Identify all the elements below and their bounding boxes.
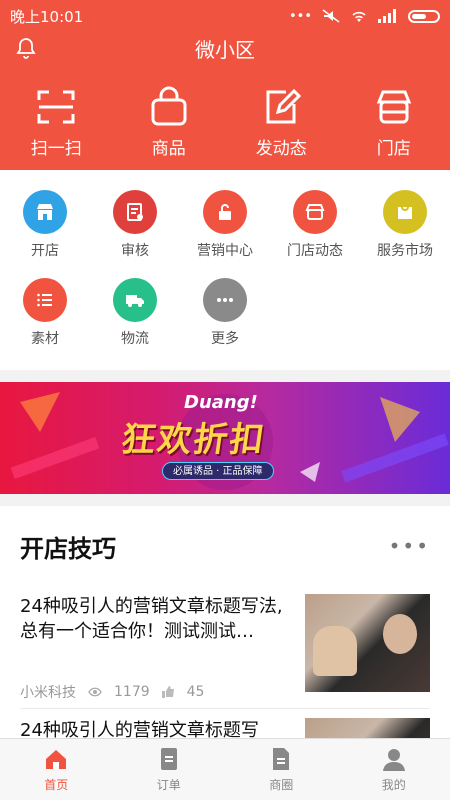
header-area: 晚上10:01 ••• 微小区 扫一扫 商品 发动态 门店 [0, 0, 450, 170]
nav-item-profile[interactable]: 我的 [338, 739, 450, 800]
grid-item-materials[interactable]: 素材 [0, 278, 90, 348]
title-bar: 微小区 [0, 32, 450, 64]
tips-section: 开店技巧 ••• 24种吸引人的营销文章标题写法,总有一个适合你！测试测试… 小… [0, 506, 450, 800]
profile-icon [382, 749, 405, 771]
review-icon [113, 190, 157, 234]
shopping-bag-icon [151, 86, 187, 126]
grid-item-logistics[interactable]: 物流 [90, 278, 180, 348]
truck-icon [113, 278, 157, 322]
signal-icon [378, 9, 396, 23]
materials-list-icon [23, 278, 67, 322]
article-likes: 45 [186, 684, 205, 700]
section-title: 开店技巧 [20, 534, 116, 563]
grid-item-label: 开店 [31, 243, 59, 259]
quick-action-label: 扫一扫 [30, 139, 82, 159]
article-views: 1179 [114, 684, 150, 700]
article-meta: 小米科技 1179 45 [20, 682, 293, 702]
nav-label: 我的 [381, 778, 406, 792]
nav-item-orders[interactable]: 订单 [113, 739, 226, 800]
grid-item-more[interactable]: 更多 [180, 278, 270, 348]
grid-item-label: 服务市场 [377, 243, 433, 259]
quick-action-products[interactable]: 商品 [113, 86, 226, 159]
mute-icon [322, 9, 340, 23]
nav-label: 商圈 [269, 778, 294, 792]
grid-item-label: 素材 [31, 331, 59, 347]
orders-icon [160, 748, 177, 770]
quick-action-store[interactable]: 门店 [338, 86, 450, 159]
status-icons: ••• [289, 9, 440, 24]
service-market-icon [383, 190, 427, 234]
quick-action-scan[interactable]: 扫一扫 [0, 86, 113, 159]
status-time: 晚上10:01 [10, 7, 84, 26]
function-grid: 开店 审核 营销中心 门店动态 服务市场 素材 物流 更多 [0, 170, 450, 370]
grid-item-service-market[interactable]: 服务市场 [360, 190, 450, 260]
more-icon [203, 278, 247, 322]
section-spacer [0, 494, 450, 506]
grid-item-label: 审核 [121, 243, 149, 259]
store-news-icon [293, 190, 337, 234]
nav-item-home[interactable]: 首页 [0, 739, 113, 800]
quick-actions: 扫一扫 商品 发动态 门店 [0, 86, 450, 159]
quick-action-post[interactable]: 发动态 [225, 86, 338, 159]
article-headline: 24种吸引人的营销文章标题写法,总有一个适合你！测试测试… [20, 596, 283, 642]
article-thumbnail [305, 594, 430, 692]
quick-action-label: 发动态 [255, 139, 307, 159]
grid-item-label: 营销中心 [197, 243, 253, 259]
thumbs-up-icon [161, 686, 174, 698]
eye-icon [88, 687, 102, 697]
banner-tag: 必属诱品 · 正品保障 [162, 462, 274, 480]
grid-item-label: 门店动态 [287, 243, 343, 259]
grid-item-marketing[interactable]: 营销中心 [180, 190, 270, 260]
grid-item-store-news[interactable]: 门店动态 [270, 190, 360, 260]
promo-banner[interactable]: Duang! 狂欢折扣 必属诱品 · 正品保障 [0, 382, 450, 494]
banner-subtitle: Duang! [184, 392, 258, 413]
home-icon [46, 750, 67, 769]
grid-item-label: 更多 [211, 331, 239, 347]
business-circle-icon [273, 748, 290, 770]
bell-icon[interactable] [14, 36, 38, 60]
section-spacer [0, 370, 450, 382]
section-more-button[interactable]: ••• [389, 534, 430, 558]
open-store-icon [23, 190, 67, 234]
article-text: 24种吸引人的营销文章标题写法,总有一个适合你！测试测试… 小米科技 1179 … [20, 594, 305, 714]
bottom-nav: 首页 订单 商圈 我的 [0, 738, 450, 800]
article-item[interactable]: 24种吸引人的营销文章标题写法,总有一个适合你！测试测试… 小米科技 1179 … [0, 594, 450, 714]
section-header: 开店技巧 ••• [0, 506, 450, 586]
nav-label: 订单 [156, 778, 181, 792]
article-source: 小米科技 [20, 685, 76, 701]
storefront-icon [376, 90, 411, 124]
edit-post-icon [266, 88, 302, 124]
status-dots: ••• [288, 8, 312, 24]
grid-item-open-store[interactable]: 开店 [0, 190, 90, 260]
marketing-lock-icon [203, 190, 247, 234]
battery-icon [408, 9, 440, 23]
banner-title: 狂欢折扣 [118, 420, 269, 460]
wifi-icon [352, 11, 366, 22]
nav-label: 首页 [44, 778, 69, 792]
page-title: 微小区 [195, 37, 255, 62]
scan-icon [37, 90, 75, 124]
grid-item-review[interactable]: 审核 [90, 190, 180, 260]
status-bar: 晚上10:01 ••• [0, 0, 450, 32]
quick-action-label: 商品 [151, 139, 186, 159]
quick-action-label: 门店 [376, 139, 411, 159]
grid-item-label: 物流 [121, 331, 149, 347]
nav-item-business-circle[interactable]: 商圈 [225, 739, 338, 800]
article-divider [20, 708, 430, 709]
